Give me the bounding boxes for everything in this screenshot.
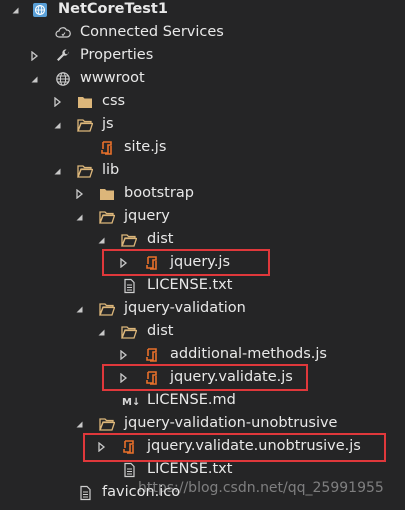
collapse-arrow-icon[interactable] bbox=[50, 113, 64, 136]
tree-row-unobtrusive-js[interactable]: jquery.validate.unobtrusive.js bbox=[0, 435, 405, 458]
tree-row-project[interactable]: NetCoreTest1 bbox=[0, 0, 405, 21]
tree-row-lib[interactable]: lib bbox=[0, 159, 405, 182]
jquery-label: jquery bbox=[124, 208, 170, 224]
tree-row-jquery-js[interactable]: jquery.js bbox=[0, 251, 405, 274]
collapse-arrow-icon[interactable] bbox=[72, 412, 86, 435]
tree-row-jquery-dist[interactable]: dist bbox=[0, 228, 405, 251]
expand-arrow-icon[interactable] bbox=[94, 435, 108, 458]
lib-label: lib bbox=[102, 162, 120, 178]
globe-icon bbox=[54, 67, 72, 90]
folder-icon bbox=[98, 182, 116, 205]
expand-arrow-icon[interactable] bbox=[27, 44, 41, 67]
js-file-icon bbox=[143, 366, 161, 389]
tree-row-properties[interactable]: Properties bbox=[0, 44, 405, 67]
collapse-arrow-icon[interactable] bbox=[72, 297, 86, 320]
unobtrusive-license-label: LICENSE.txt bbox=[147, 461, 233, 477]
folder-open-icon bbox=[98, 205, 116, 228]
folder-open-icon bbox=[120, 228, 138, 251]
expand-arrow-icon[interactable] bbox=[116, 251, 130, 274]
tree-row-jquery[interactable]: jquery bbox=[0, 205, 405, 228]
jquery-validation-label: jquery-validation bbox=[124, 300, 246, 316]
tree-row-additional-methods[interactable]: additional-methods.js bbox=[0, 343, 405, 366]
collapse-arrow-icon[interactable] bbox=[27, 67, 41, 90]
jquery-js-label: jquery.js bbox=[170, 254, 231, 270]
tree-row-validation-license[interactable]: LICENSE.md bbox=[0, 389, 405, 412]
unobtrusive-label: jquery-validation-unobtrusive bbox=[124, 415, 338, 431]
folder-open-icon bbox=[76, 159, 94, 182]
bootstrap-label: bootstrap bbox=[124, 185, 194, 201]
validation-license-label: LICENSE.md bbox=[147, 392, 236, 408]
tree-row-jquery-license[interactable]: LICENSE.txt bbox=[0, 274, 405, 297]
js-file-icon bbox=[98, 136, 116, 159]
connected-services-label: Connected Services bbox=[80, 24, 224, 40]
collapse-arrow-icon[interactable] bbox=[94, 320, 108, 343]
folder-open-icon bbox=[76, 113, 94, 136]
tree-row-bootstrap[interactable]: bootstrap bbox=[0, 182, 405, 205]
expand-arrow-icon[interactable] bbox=[116, 343, 130, 366]
cloud-icon bbox=[54, 21, 72, 44]
folder-open-icon bbox=[98, 297, 116, 320]
tree-row-connected-services[interactable]: Connected Services bbox=[0, 21, 405, 44]
watermark: https://blog.csdn.net/qq_25991955 bbox=[138, 480, 384, 496]
js-file-icon bbox=[143, 251, 161, 274]
tree-row-wwwroot[interactable]: wwwroot bbox=[0, 67, 405, 90]
collapse-arrow-icon[interactable] bbox=[8, 0, 22, 21]
document-icon bbox=[120, 274, 138, 297]
additional-methods-label: additional-methods.js bbox=[170, 346, 327, 362]
folder-open-icon bbox=[98, 412, 116, 435]
collapse-arrow-icon[interactable] bbox=[94, 228, 108, 251]
tree-row-jquery-validation[interactable]: jquery-validation bbox=[0, 297, 405, 320]
properties-label: Properties bbox=[80, 47, 154, 63]
tree-row-unobtrusive[interactable]: jquery-validation-unobtrusive bbox=[0, 412, 405, 435]
tree-row-jquery-validate[interactable]: jquery.validate.js bbox=[0, 366, 405, 389]
jquery-license-label: LICENSE.txt bbox=[147, 277, 233, 293]
folder-icon bbox=[76, 90, 94, 113]
document-icon bbox=[120, 458, 138, 481]
js-file-icon bbox=[143, 343, 161, 366]
tree-row-site-js[interactable]: site.js bbox=[0, 136, 405, 159]
expand-arrow-icon[interactable] bbox=[72, 182, 86, 205]
tree-row-css[interactable]: css bbox=[0, 90, 405, 113]
expand-arrow-icon[interactable] bbox=[116, 366, 130, 389]
collapse-arrow-icon[interactable] bbox=[72, 205, 86, 228]
tree-row-validation-dist[interactable]: dist bbox=[0, 320, 405, 343]
markdown-icon bbox=[120, 389, 144, 412]
document-icon bbox=[76, 481, 94, 504]
wrench-icon bbox=[54, 44, 72, 67]
validation-dist-label: dist bbox=[147, 323, 174, 339]
js-label: js bbox=[102, 116, 114, 132]
project-icon bbox=[31, 0, 49, 21]
expand-arrow-icon[interactable] bbox=[50, 90, 64, 113]
css-label: css bbox=[102, 93, 126, 109]
collapse-arrow-icon[interactable] bbox=[50, 159, 64, 182]
js-file-icon bbox=[120, 435, 138, 458]
folder-open-icon bbox=[120, 320, 138, 343]
jquery-validate-label: jquery.validate.js bbox=[170, 369, 293, 385]
wwwroot-label: wwwroot bbox=[80, 70, 145, 86]
jquery-dist-label: dist bbox=[147, 231, 174, 247]
unobtrusive-js-label: jquery.validate.unobtrusive.js bbox=[147, 438, 361, 454]
tree-row-unobtrusive-license[interactable]: LICENSE.txt bbox=[0, 458, 405, 481]
site-js-label: site.js bbox=[124, 139, 167, 155]
project-name: NetCoreTest1 bbox=[58, 1, 168, 17]
tree-row-js[interactable]: js bbox=[0, 113, 405, 136]
